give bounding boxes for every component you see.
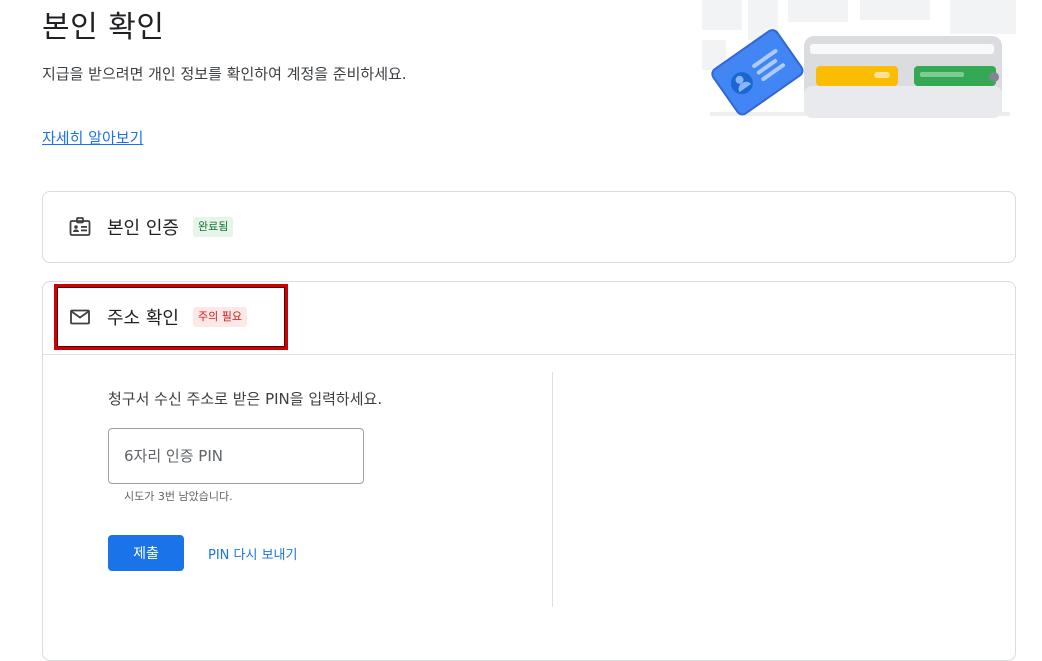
resend-pin-link[interactable]: PIN 다시 보내기: [208, 544, 297, 563]
pin-prompt: 청구서 수신 주소로 받은 PIN을 입력하세요.: [108, 390, 383, 408]
pin-input[interactable]: [108, 428, 364, 484]
identity-verification-card[interactable]: 본인 인증 완료됨: [42, 191, 1016, 263]
id-card-icon: [67, 214, 93, 240]
page-title: 본인 확인: [42, 10, 165, 45]
section-divider: [43, 354, 1015, 355]
highlight-box: [54, 284, 288, 350]
attempts-remaining-text: 시도가 3번 남았습니다.: [124, 490, 233, 503]
page-description: 지급을 받으려면 개인 정보를 확인하여 계정을 준비하세요.: [42, 65, 407, 83]
completed-badge: 완료됨: [192, 217, 234, 237]
submit-button[interactable]: 제출: [108, 535, 184, 571]
learn-more-link[interactable]: 자세히 알아보기: [42, 127, 143, 148]
identity-verification-header[interactable]: 본인 인증 완료됨: [67, 214, 234, 240]
column-divider: [552, 372, 553, 607]
identity-verification-label: 본인 인증: [107, 218, 179, 239]
verification-illustration: [700, 0, 1018, 118]
